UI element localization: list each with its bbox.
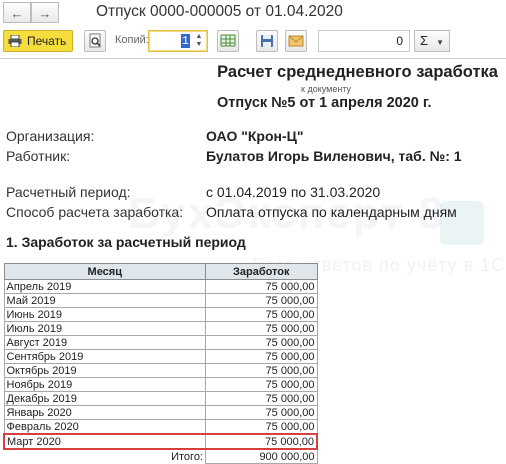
sum-value-field[interactable]: 0 xyxy=(318,30,410,52)
earnings-cell: 75 000,00 xyxy=(205,307,318,322)
month-cell: Декабрь 2019 xyxy=(3,391,206,406)
send-email-button[interactable] xyxy=(285,30,307,52)
column-header-earnings: Заработок xyxy=(205,263,318,280)
earnings-cell: 75 000,00 xyxy=(205,433,318,450)
earnings-table: Месяц Заработок Апрель 2019 75 000,00 Ма… xyxy=(3,263,318,464)
table-row: Февраль 2020 75 000,00 xyxy=(3,419,318,435)
arrow-right-icon: → xyxy=(38,6,52,21)
section-title: 1. Заработок за расчетный период xyxy=(6,234,246,250)
earnings-cell: 75 000,00 xyxy=(205,405,318,420)
month-cell: Август 2019 xyxy=(3,335,206,350)
toolbar: Печать Копий: 1 ▲ ▼ 0 Σ ▼ xyxy=(0,27,506,55)
table-settings-button[interactable] xyxy=(217,30,239,52)
earnings-cell: 75 000,00 xyxy=(205,335,318,350)
table-row: Декабрь 2019 75 000,00 xyxy=(3,391,318,406)
period-label: Расчетный период: xyxy=(6,184,131,200)
table-grid-icon xyxy=(220,34,236,47)
sigma-icon: Σ xyxy=(420,33,429,48)
save-button[interactable] xyxy=(256,30,278,52)
earnings-cell: 75 000,00 xyxy=(205,363,318,378)
table-row: Август 2019 75 000,00 xyxy=(3,335,318,350)
month-cell: Апрель 2019 xyxy=(3,279,206,294)
table-row: Сентябрь 2019 75 000,00 xyxy=(3,349,318,364)
table-row: Октябрь 2019 75 000,00 xyxy=(3,363,318,378)
print-button[interactable]: Печать xyxy=(3,30,73,52)
table-row: Ноябрь 2019 75 000,00 xyxy=(3,377,318,392)
table-row: Июнь 2019 75 000,00 xyxy=(3,307,318,322)
forward-button[interactable]: → xyxy=(31,2,59,23)
floppy-disk-icon xyxy=(261,35,273,47)
month-cell: Июль 2019 xyxy=(3,321,206,336)
printer-icon xyxy=(8,35,22,47)
column-header-month: Месяц xyxy=(3,263,206,280)
magnifier-page-icon xyxy=(89,33,101,48)
table-row: Июль 2019 75 000,00 xyxy=(3,321,318,336)
table-row: Январь 2020 75 000,00 xyxy=(3,405,318,420)
earnings-cell: 75 000,00 xyxy=(205,419,318,435)
month-cell: Октябрь 2019 xyxy=(3,363,206,378)
sum-dropdown-button[interactable]: Σ ▼ xyxy=(414,30,450,52)
table-total-row: Итого: 900 000,00 xyxy=(4,448,318,464)
organization-label: Организация: xyxy=(6,128,95,144)
organization-value: ОАО "Крон-Ц" xyxy=(206,128,304,144)
earnings-cell: 75 000,00 xyxy=(205,377,318,392)
total-label: Итого: xyxy=(4,448,206,464)
envelope-icon xyxy=(288,35,304,47)
employee-label: Работник: xyxy=(6,148,71,164)
earnings-cell: 75 000,00 xyxy=(205,321,318,336)
print-button-label: Печать xyxy=(27,34,67,48)
method-value: Оплата отпуска по календарным дням xyxy=(206,204,457,220)
month-cell: Июнь 2019 xyxy=(3,307,206,322)
report-title: Расчет среднедневного заработка xyxy=(217,63,498,81)
window-titlebar: ← → Отпуск 0000-000005 от 01.04.2020 xyxy=(0,0,506,26)
copies-label: Копий: xyxy=(115,34,149,46)
period-value: с 01.04.2019 по 31.03.2020 xyxy=(206,184,381,200)
month-cell: Март 2020 xyxy=(3,433,206,450)
arrow-left-icon: ← xyxy=(10,6,24,21)
earnings-cell: 75 000,00 xyxy=(205,391,318,406)
employee-value: Булатов Игорь Виленович, таб. №: 1 xyxy=(206,148,462,164)
report-subtitle: к документу xyxy=(301,84,352,94)
earnings-cell: 75 000,00 xyxy=(205,293,318,308)
earnings-cell: 75 000,00 xyxy=(205,349,318,364)
chevron-down-icon: ▼ xyxy=(436,38,444,47)
table-row: Апрель 2019 75 000,00 xyxy=(3,279,318,294)
month-cell: Февраль 2020 xyxy=(3,419,206,435)
window-title: Отпуск 0000-000005 от 01.04.2020 xyxy=(96,3,343,20)
copies-input[interactable]: 1 ▲ ▼ xyxy=(148,30,208,52)
back-button[interactable]: ← xyxy=(3,2,31,23)
table-row-highlighted: Март 2020 75 000,00 xyxy=(3,433,318,450)
month-cell: Ноябрь 2019 xyxy=(3,377,206,392)
copies-stepper[interactable]: ▲ ▼ xyxy=(193,33,205,49)
total-value: 900 000,00 xyxy=(205,448,318,464)
earnings-cell: 75 000,00 xyxy=(205,279,318,294)
table-row: Май 2019 75 000,00 xyxy=(3,293,318,308)
month-cell: Сентябрь 2019 xyxy=(3,349,206,364)
preview-button[interactable] xyxy=(84,30,106,52)
document-reference: Отпуск №5 от 1 апреля 2020 г. xyxy=(217,95,432,111)
month-cell: Январь 2020 xyxy=(3,405,206,420)
month-cell: Май 2019 xyxy=(3,293,206,308)
table-header-row: Месяц Заработок xyxy=(3,263,318,280)
report-document: БухЭксперт 8 База ответов по учёту в 1С … xyxy=(0,58,506,464)
copies-value: 1 xyxy=(180,34,190,48)
method-label: Способ расчета заработка: xyxy=(6,204,184,220)
